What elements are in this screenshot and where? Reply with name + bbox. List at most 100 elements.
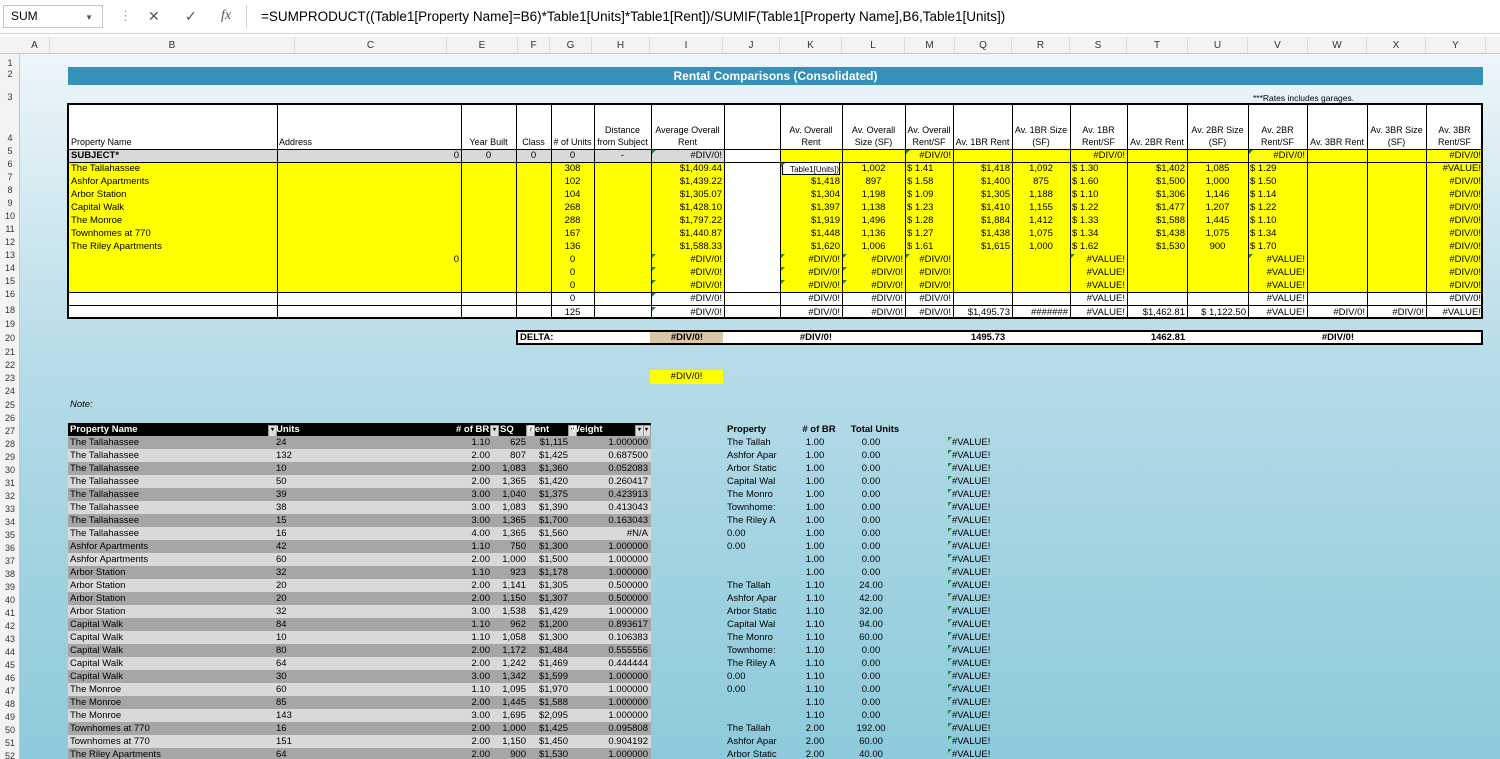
column-header-q[interactable]: Q xyxy=(955,37,1012,54)
comp-r[interactable]: 1,412 xyxy=(1014,214,1068,227)
subject-2br-rentsf[interactable]: #DIV/0! xyxy=(1250,149,1305,162)
table-cell[interactable]: 60 xyxy=(276,683,448,696)
comp-s[interactable]: $ 1.22 xyxy=(1072,201,1125,214)
comp-k[interactable]: $1,448 xyxy=(782,227,840,240)
br-table-cell[interactable]: 1.10 xyxy=(790,696,840,709)
table-cell[interactable]: 1,141 xyxy=(500,579,526,592)
comp-name[interactable]: Townhomes at 770 xyxy=(71,227,275,240)
table-cell[interactable]: 10 xyxy=(276,462,448,475)
comp-m[interactable]: #DIV/0! xyxy=(907,253,951,266)
table-cell[interactable]: 1,083 xyxy=(500,501,526,514)
units-table-header-1[interactable]: Units xyxy=(276,423,462,436)
comp-k[interactable]: $1,620 xyxy=(782,240,840,253)
total-w[interactable]: #DIV/0! xyxy=(1309,306,1365,317)
table-cell[interactable]: $1,200 xyxy=(528,618,568,631)
br-table-cell[interactable]: 60.00 xyxy=(840,735,902,748)
value-error-cell[interactable]: #VALUE! xyxy=(952,631,990,644)
row-header-41[interactable]: 41 xyxy=(0,607,20,620)
comp-l[interactable]: 897 xyxy=(844,175,903,188)
comp-units[interactable]: 136 xyxy=(553,240,592,253)
br-table-cell[interactable]: 1.10 xyxy=(790,592,840,605)
row-header-8[interactable]: 8 xyxy=(0,184,20,197)
comp-y[interactable]: #DIV/0! xyxy=(1428,175,1481,188)
comp-l[interactable]: #DIV/0! xyxy=(844,266,903,279)
table-cell[interactable]: 1.10 xyxy=(456,631,491,644)
comp-name[interactable] xyxy=(71,279,275,292)
br-table-cell[interactable]: The Tallah xyxy=(727,722,782,735)
table-cell[interactable]: 0.163043 xyxy=(571,514,648,527)
br-table-cell[interactable]: 192.00 xyxy=(840,722,902,735)
subject-address[interactable]: 0 xyxy=(279,149,459,162)
enter-icon[interactable]: ✓ xyxy=(185,7,197,25)
table-cell[interactable]: The Monroe xyxy=(70,696,268,709)
table-cell[interactable]: 1.000000 xyxy=(571,709,648,722)
comp-k[interactable]: #DIV/0! xyxy=(782,253,840,266)
table-cell[interactable]: 1.10 xyxy=(456,683,491,696)
table-cell[interactable]: The Tallahassee xyxy=(70,501,268,514)
comp-m[interactable]: $ 1.23 xyxy=(907,201,951,214)
comp-q[interactable] xyxy=(955,266,1010,279)
comp-name[interactable] xyxy=(71,253,275,266)
comp-s[interactable]: $ 1.62 xyxy=(1072,240,1125,253)
value-error-cell[interactable]: #VALUE! xyxy=(952,436,990,449)
br-table-cell[interactable]: 1.10 xyxy=(790,631,840,644)
table-cell[interactable]: 1,445 xyxy=(500,696,526,709)
value-error-cell[interactable]: #VALUE! xyxy=(952,475,990,488)
delta-t[interactable]: 1462.81 xyxy=(1138,332,1198,343)
comp-units[interactable]: 0 xyxy=(553,279,592,292)
table-cell[interactable]: $1,970 xyxy=(528,683,568,696)
value-error-cell[interactable]: #VALUE! xyxy=(952,618,990,631)
comp-avg[interactable]: $1,440.87 xyxy=(653,227,722,240)
comp-s[interactable]: #VALUE! xyxy=(1072,266,1125,279)
subject-distance[interactable]: - xyxy=(596,149,649,162)
insert-function-icon[interactable]: fx xyxy=(221,7,231,25)
comp-t[interactable]: $1,588 xyxy=(1129,214,1185,227)
comp-units[interactable]: 0 xyxy=(553,266,592,279)
comp-q[interactable]: $1,438 xyxy=(955,227,1010,240)
br-table-cell[interactable]: 0.00 xyxy=(840,709,902,722)
subject-overall-rentsf[interactable]: #DIV/0! xyxy=(907,149,951,162)
br-table-cell[interactable]: 0.00 xyxy=(840,696,902,709)
table-cell[interactable]: $1,588 xyxy=(528,696,568,709)
total-l[interactable]: #DIV/0! xyxy=(844,306,903,317)
comp-u[interactable]: 1,207 xyxy=(1189,201,1246,214)
column-header-g[interactable]: G xyxy=(550,37,592,54)
table-cell[interactable]: 1.000000 xyxy=(571,553,648,566)
value-error-cell[interactable]: #VALUE! xyxy=(952,488,990,501)
table-cell[interactable]: 2.00 xyxy=(456,735,491,748)
table-cell[interactable]: 1,365 xyxy=(500,527,526,540)
row-header-16[interactable]: 16 xyxy=(0,288,20,301)
comp-m[interactable]: #DIV/0! xyxy=(907,266,951,279)
table-cell[interactable]: 1,095 xyxy=(500,683,526,696)
table-cell[interactable]: 15 xyxy=(276,514,448,527)
table-cell[interactable]: 1.10 xyxy=(456,618,491,631)
table-cell[interactable]: 2.00 xyxy=(456,475,491,488)
table-cell[interactable]: 3.00 xyxy=(456,670,491,683)
comp-t[interactable]: $1,306 xyxy=(1129,188,1185,201)
column-header-u[interactable]: U xyxy=(1188,37,1248,54)
table-cell[interactable]: $1,530 xyxy=(528,748,568,759)
row-header-9[interactable]: 9 xyxy=(0,197,20,210)
row-header-52[interactable]: 52 xyxy=(0,750,20,759)
comp-l[interactable]: #DIV/0! xyxy=(844,253,903,266)
table-cell[interactable]: The Tallahassee xyxy=(70,436,268,449)
br-table-cell[interactable]: 0.00 xyxy=(840,540,902,553)
br-table-cell[interactable]: Townhome: xyxy=(727,644,782,657)
comp-s[interactable]: $ 1.30 xyxy=(1072,162,1125,175)
table-cell[interactable]: 0.413043 xyxy=(571,501,648,514)
comp-avg[interactable]: $1,588.33 xyxy=(653,240,722,253)
comp-m[interactable]: $ 1.28 xyxy=(907,214,951,227)
comp-y[interactable]: #DIV/0! xyxy=(1428,240,1481,253)
table-cell[interactable]: 2.00 xyxy=(456,579,491,592)
br-table-cell[interactable]: 1.10 xyxy=(790,657,840,670)
comp-units[interactable]: 308 xyxy=(553,162,592,175)
table-cell[interactable]: 151 xyxy=(276,735,448,748)
table-cell[interactable]: $1,484 xyxy=(528,644,568,657)
comp-q[interactable]: $1,615 xyxy=(955,240,1010,253)
column-header-j[interactable]: J xyxy=(723,37,780,54)
comp-c[interactable]: 0 xyxy=(279,253,459,266)
br-table-cell[interactable]: 1.10 xyxy=(790,618,840,631)
table-cell[interactable]: 20 xyxy=(276,579,448,592)
br-table-cell[interactable]: Ashfor Apar xyxy=(727,735,782,748)
table-cell[interactable]: The Tallahassee xyxy=(70,449,268,462)
